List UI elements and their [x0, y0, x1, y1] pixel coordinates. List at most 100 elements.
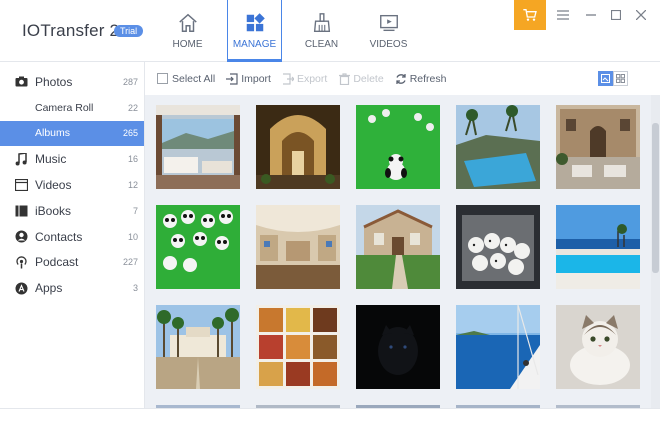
minimize-icon	[586, 14, 596, 16]
sidebar-item-label: Apps	[35, 281, 63, 296]
tab-home-label: HOME	[172, 39, 203, 50]
sidebar-item-count: 287	[122, 76, 138, 87]
video-icon	[379, 14, 398, 32]
grid-icon	[246, 13, 265, 32]
photo-thumbnail[interactable]	[156, 205, 240, 289]
menu-button[interactable]	[554, 6, 572, 24]
tab-manage-label: MANAGE	[232, 39, 277, 50]
broom-icon	[313, 13, 330, 32]
sidebar-item-contacts[interactable]: Contacts 10	[0, 224, 144, 250]
cart-icon	[523, 9, 537, 21]
sidebar-item-label: iBooks	[35, 203, 72, 218]
podcast-icon	[14, 255, 28, 269]
status-bar	[0, 408, 660, 429]
photo-thumbnail[interactable]	[456, 205, 540, 289]
toolbar: Select All Import Export Delete Refresh	[145, 62, 660, 95]
import-button[interactable]: Import	[226, 73, 271, 85]
thumbnail-view-button[interactable]	[598, 71, 613, 86]
sidebar-item-label: Contacts	[35, 229, 83, 244]
export-icon	[282, 72, 294, 85]
tab-manage[interactable]: MANAGE	[227, 0, 282, 62]
scrollbar-thumb[interactable]	[652, 123, 659, 273]
app-title: IOTransfer 2	[22, 21, 120, 40]
close-icon	[636, 10, 646, 20]
home-icon	[178, 13, 197, 32]
photo-thumbnail[interactable]	[556, 205, 640, 289]
refresh-label: Refresh	[409, 72, 447, 85]
sidebar-item-count: 22	[127, 102, 138, 113]
sidebar-item-label: Camera Roll	[35, 101, 94, 114]
sidebar-item-photos[interactable]: Photos 287	[0, 69, 144, 95]
sidebar-item-label: Photos	[35, 74, 73, 89]
photo-thumbnail[interactable]	[256, 205, 340, 289]
camera-icon	[14, 75, 28, 89]
thumbnail-view-icon	[601, 74, 610, 83]
book-icon	[14, 204, 28, 218]
photo-thumbnail[interactable]	[556, 105, 640, 189]
import-icon	[226, 72, 238, 85]
tab-videos-label: VIDEOS	[369, 39, 408, 50]
sidebar-item-podcast[interactable]: Podcast 227	[0, 250, 144, 276]
photo-thumbnail[interactable]	[356, 105, 440, 189]
sidebar-item-count: 7	[132, 205, 138, 216]
tab-clean[interactable]: CLEAN	[294, 0, 349, 62]
trial-badge: Trial	[114, 25, 144, 37]
photo-thumbnail[interactable]	[356, 305, 440, 389]
grid-view-button[interactable]	[613, 71, 628, 86]
sidebar-item-albums[interactable]: Albums 265	[0, 120, 144, 147]
trash-icon	[338, 72, 350, 85]
import-label: Import	[241, 72, 271, 85]
select-all-checkbox[interactable]: Select All	[157, 73, 215, 85]
sidebar-item-count: 227	[122, 257, 138, 268]
photo-thumbnail[interactable]	[256, 305, 340, 389]
export-button[interactable]: Export	[282, 73, 327, 85]
sidebar-item-count: 3	[132, 283, 138, 294]
photo-thumbnail[interactable]	[556, 305, 640, 389]
photo-thumbnail[interactable]	[456, 105, 540, 189]
photo-thumbnail[interactable]	[156, 105, 240, 189]
photo-thumbnail[interactable]	[356, 205, 440, 289]
sidebar-item-count: 16	[127, 154, 138, 165]
export-label: Export	[296, 72, 328, 85]
main-nav: HOME MANAGE CLEAN VIDEOS	[160, 0, 416, 62]
tab-videos[interactable]: VIDEOS	[361, 0, 416, 62]
sidebar-item-ibooks[interactable]: iBooks 7	[0, 198, 144, 224]
photo-thumbnail[interactable]	[156, 305, 240, 389]
photo-thumbnail[interactable]	[456, 305, 540, 389]
cart-button[interactable]	[514, 0, 546, 30]
contact-icon	[14, 230, 28, 244]
sidebar-item-label: Albums	[35, 127, 71, 140]
grid-view-icon	[616, 74, 625, 83]
refresh-icon	[395, 73, 407, 85]
sidebar-item-label: Videos	[35, 178, 72, 193]
view-toggle	[598, 71, 628, 86]
sidebar-item-count: 12	[127, 180, 138, 191]
sidebar-item-count: 10	[127, 231, 138, 242]
sidebar: Photos 287 Camera Roll 22 Albums 265 Mus…	[0, 62, 145, 408]
delete-label: Delete	[353, 72, 384, 85]
maximize-button[interactable]	[607, 6, 625, 24]
menu-icon	[557, 10, 569, 20]
photo-grid	[145, 95, 660, 408]
sidebar-item-videos[interactable]: Videos 12	[0, 172, 144, 198]
select-all-label: Select All	[172, 72, 216, 85]
sidebar-item-label: Music	[35, 152, 67, 167]
photo-thumbnail[interactable]	[256, 105, 340, 189]
tab-home[interactable]: HOME	[160, 0, 215, 62]
apps-icon	[14, 281, 28, 295]
refresh-button[interactable]: Refresh	[395, 72, 447, 85]
scrollbar[interactable]	[651, 95, 660, 408]
minimize-button[interactable]	[582, 6, 600, 24]
sidebar-item-label: Podcast	[35, 255, 79, 270]
checkbox-icon	[157, 73, 168, 84]
music-note-icon	[14, 152, 28, 166]
maximize-icon	[611, 10, 621, 20]
title-bar: IOTransfer 2 Trial HOME MANAGE CLEAN VID…	[0, 0, 660, 62]
sidebar-item-camera-roll[interactable]: Camera Roll 22	[0, 95, 144, 121]
tab-clean-label: CLEAN	[304, 39, 339, 50]
delete-button[interactable]: Delete	[338, 72, 384, 85]
sidebar-item-count: 265	[122, 128, 138, 139]
close-button[interactable]	[632, 6, 650, 24]
sidebar-item-apps[interactable]: Apps 3	[0, 275, 144, 301]
sidebar-item-music[interactable]: Music 16	[0, 146, 144, 172]
